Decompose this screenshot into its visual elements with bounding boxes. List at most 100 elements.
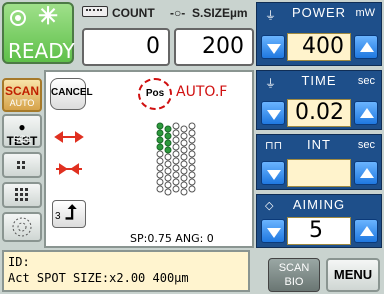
spot-dot xyxy=(172,164,180,172)
rotate-count: 3 xyxy=(55,211,61,222)
arrow-down-icon xyxy=(267,228,281,238)
spot-dot xyxy=(156,129,164,137)
interval-unit: sec xyxy=(357,139,375,151)
aiming-down-button[interactable] xyxy=(261,219,285,243)
spacing-shrink-icon xyxy=(54,162,84,181)
laser-star-icon: ✳ xyxy=(38,3,59,30)
scan-sub-label: AUTO xyxy=(9,98,35,108)
spot-dot xyxy=(188,178,196,186)
arrow-up-icon xyxy=(360,42,374,52)
time-unit: sec xyxy=(357,75,375,87)
interval-up-button[interactable] xyxy=(354,161,378,185)
spot-dot xyxy=(180,153,188,161)
spot-dot xyxy=(188,164,196,172)
interval-down-button[interactable] xyxy=(261,161,285,185)
spacing-expand-icon xyxy=(54,130,84,149)
spot-dot xyxy=(180,174,188,182)
spot-dot xyxy=(164,139,172,147)
arrow-up-icon xyxy=(360,168,374,178)
interval-value xyxy=(287,159,351,187)
spot-dot xyxy=(188,185,196,193)
power-up-button[interactable] xyxy=(354,35,378,59)
spot-dot xyxy=(164,174,172,182)
arrow-down-icon xyxy=(267,44,281,54)
aiming-value: 5 xyxy=(287,217,351,245)
scan-bio-line2: BIO xyxy=(284,276,304,288)
arrow-up-icon xyxy=(360,226,374,236)
spot-dot xyxy=(164,153,172,161)
arrow-down-icon xyxy=(267,170,281,180)
spot-dot xyxy=(180,188,188,196)
arrow-up-icon xyxy=(360,108,374,118)
spot-dot xyxy=(156,171,164,179)
ready-label: READY xyxy=(8,39,75,63)
spot-dot xyxy=(172,136,180,144)
pattern-large-grid-button[interactable] xyxy=(2,182,42,208)
small-grid-icon xyxy=(17,161,25,169)
spot-dot xyxy=(172,129,180,137)
spot-dot xyxy=(156,164,164,172)
spot-dot xyxy=(172,150,180,158)
spot-dot xyxy=(188,157,196,165)
spot-dot xyxy=(188,143,196,151)
spot-dot xyxy=(156,136,164,144)
spot-dot xyxy=(164,167,172,175)
spot-dot xyxy=(188,129,196,137)
spot-dot xyxy=(172,122,180,130)
spot-dot xyxy=(172,143,180,151)
spot-dot xyxy=(156,143,164,151)
circle-pattern-icon xyxy=(12,217,32,237)
power-panel: ⏚ POWER mW 400 xyxy=(256,2,382,66)
count-value: 0 xyxy=(82,28,170,66)
test-button[interactable]: ● TEST SGL xyxy=(2,114,42,148)
spot-dot xyxy=(156,157,164,165)
spot-dot xyxy=(172,171,180,179)
test-sub-label: SGL xyxy=(12,134,31,144)
id-line: ID: xyxy=(8,255,30,269)
aiming-panel: ◇ AIMING 5 xyxy=(256,194,382,248)
counter-icon xyxy=(82,6,108,17)
spot-angle-readout: SP:0.75 ANG: 0 xyxy=(130,232,214,245)
spot-dot xyxy=(164,146,172,154)
menu-button[interactable]: MENU xyxy=(326,258,380,292)
spot-dot xyxy=(180,139,188,147)
target-icon xyxy=(10,10,26,26)
spot-dot xyxy=(172,157,180,165)
spot-size-value[interactable]: 200 xyxy=(174,28,254,66)
pattern-display: CANCEL Pos AUTO.F 3 ⮥ SP:0.75 ANG: 0 xyxy=(44,70,254,248)
spot-dot xyxy=(156,178,164,186)
spot-dot xyxy=(188,136,196,144)
time-down-button[interactable] xyxy=(261,101,285,125)
spot-pattern-icon xyxy=(156,122,196,196)
scan-bio-button[interactable]: SCAN BIO xyxy=(268,258,320,292)
aiming-up-button[interactable] xyxy=(354,219,378,243)
time-value: 0.02 xyxy=(287,99,351,127)
scan-auto-button[interactable]: SCAN AUTO xyxy=(2,78,42,112)
spot-dot xyxy=(164,188,172,196)
spot-dot xyxy=(156,150,164,158)
spot-dot xyxy=(180,146,188,154)
pos-button[interactable]: Pos xyxy=(138,78,172,110)
spot-dot xyxy=(156,185,164,193)
spot-dot xyxy=(180,181,188,189)
rotate-arrow-icon: ⮥ xyxy=(65,202,77,224)
power-down-button[interactable] xyxy=(261,35,285,59)
spot-dot xyxy=(164,160,172,168)
cancel-button[interactable]: CANCEL xyxy=(50,78,93,110)
info-box: ID: Act SPOT SIZE:x2.00 400µm xyxy=(2,250,250,292)
spot-dot xyxy=(172,185,180,193)
scan-bio-line1: SCAN xyxy=(278,262,310,274)
time-up-button[interactable] xyxy=(354,101,378,125)
power-value: 400 xyxy=(287,33,351,61)
spot-dot xyxy=(180,125,188,133)
arrow-down-icon xyxy=(267,110,281,120)
scan-label: SCAN xyxy=(4,84,39,98)
count-label: COUNT xyxy=(112,6,155,20)
pattern-small-grid-button[interactable] xyxy=(2,152,42,178)
pattern-circle-button[interactable] xyxy=(2,212,42,242)
count-size-area: COUNT -○- S.SIZEµm 0 200 xyxy=(78,2,256,66)
rotate-button[interactable]: 3 ⮥ xyxy=(52,200,86,228)
spot-size-label: S.SIZEµm xyxy=(192,6,248,20)
spot-dot xyxy=(180,132,188,140)
spot-dot xyxy=(188,171,196,179)
